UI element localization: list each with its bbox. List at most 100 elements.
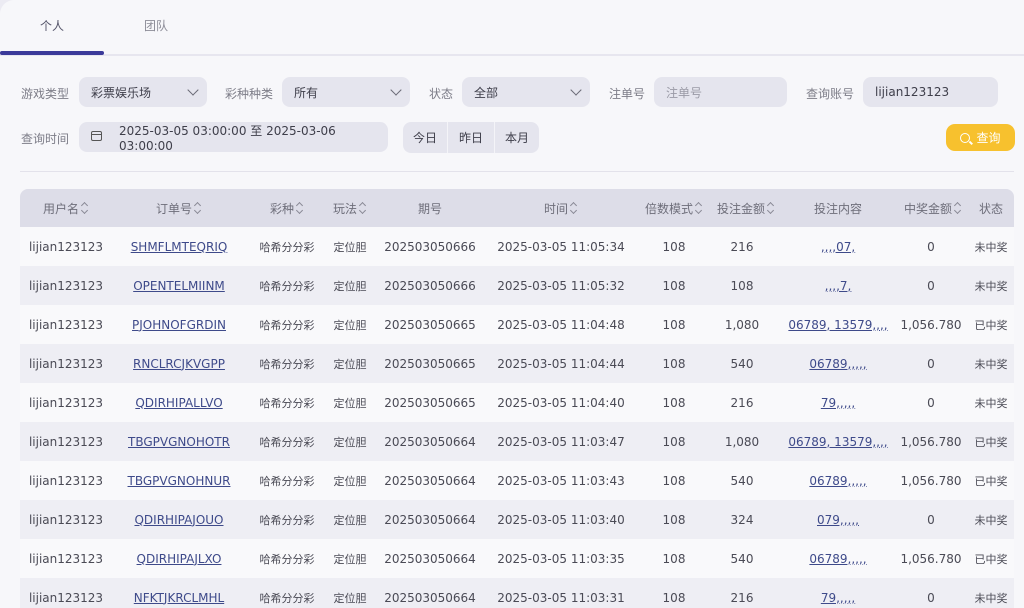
status-value: 全部 — [474, 85, 499, 100]
cell-order-link[interactable]: TBGPVGNOHNUR — [112, 461, 246, 500]
cell-content-link[interactable]: 06789, 13579,,,, — [778, 305, 898, 344]
cell-status: 已中奖 — [974, 318, 1008, 332]
cell-time: 2025-03-05 11:03:47 — [497, 434, 625, 449]
cell-win: 1,056.780 — [900, 434, 962, 449]
cell-win: 0 — [927, 590, 935, 605]
date-range-picker[interactable]: 2025-03-05 03:00:00 至 2025-03-06 03:00:0… — [79, 122, 388, 153]
tab-team[interactable]: 团队 — [144, 17, 168, 34]
cell-content-link[interactable]: 79,,,,, — [778, 578, 898, 608]
cell-play: 定位胆 — [333, 396, 367, 410]
cell-multiple: 108 — [662, 395, 686, 410]
cell-issue: 202503050665 — [384, 395, 476, 410]
col-amount-header[interactable]: 投注金额 — [714, 189, 778, 227]
cell-order-link[interactable]: NFKTJKRCLMHL — [112, 578, 246, 608]
cell-order-link[interactable]: QDIRHIPAJOUO — [112, 500, 246, 539]
cell-play: 定位胆 — [333, 240, 367, 254]
cell-content-link[interactable]: 06789,,,,, — [778, 461, 898, 500]
cell-content-link[interactable]: 79,,,,, — [778, 383, 898, 422]
cell-amount: 216 — [730, 239, 754, 254]
cell-issue: 202503050665 — [384, 317, 476, 332]
cell-amount: 540 — [730, 551, 754, 566]
col-order-header[interactable]: 订单号 — [112, 189, 246, 227]
cell-order-link[interactable]: RNCLRCJKVGPP — [112, 344, 246, 383]
cell-time: 2025-03-05 11:03:40 — [497, 512, 625, 527]
cell-status: 已中奖 — [974, 435, 1008, 449]
table-row: lijian123123 RNCLRCJKVGPP 哈希分分彩 定位胆 2025… — [20, 344, 1014, 383]
cell-time: 2025-03-05 11:04:44 — [497, 356, 625, 371]
cell-multiple: 108 — [662, 278, 686, 293]
order-no-label: 注单号 — [609, 87, 646, 101]
lottery-kind-select[interactable]: 所有 — [282, 77, 410, 107]
tab-personal[interactable]: 个人 — [40, 17, 64, 34]
divider — [20, 171, 1014, 172]
cell-content-link[interactable]: 06789,,,,, — [778, 539, 898, 578]
col-multiple-header[interactable]: 倍数模式 — [634, 189, 714, 227]
account-input[interactable]: lijian123123 — [863, 77, 998, 107]
cell-user: lijian123123 — [28, 551, 104, 566]
order-no-input[interactable]: 注单号 — [654, 77, 787, 107]
cell-status: 已中奖 — [974, 474, 1008, 488]
status-select[interactable]: 全部 — [462, 77, 590, 107]
search-button[interactable]: 查询 — [946, 124, 1015, 151]
table-row: lijian123123 PJOHNOFGRDIN 哈希分分彩 定位胆 2025… — [20, 305, 1014, 344]
chevron-down-icon — [390, 84, 402, 96]
cell-order-link[interactable]: SHMFLMTEQRIQ — [112, 227, 246, 266]
sort-icon — [767, 202, 775, 214]
cell-time: 2025-03-05 11:04:40 — [497, 395, 625, 410]
col-user-header[interactable]: 用户名 — [20, 189, 112, 227]
col-play-header[interactable]: 玩法 — [328, 189, 372, 227]
cell-user: lijian123123 — [28, 356, 104, 371]
cell-content-link[interactable]: ,,,,07, — [778, 227, 898, 266]
table-row: lijian123123 QDIRHIPALLVO 哈希分分彩 定位胆 2025… — [20, 383, 1014, 422]
cell-time: 2025-03-05 11:03:43 — [497, 473, 625, 488]
cell-issue: 202503050664 — [384, 434, 476, 449]
sort-icon — [81, 202, 89, 214]
cell-lottery: 哈希分分彩 — [259, 474, 315, 488]
this-month-button[interactable]: 本月 — [494, 122, 539, 153]
cell-amount: 540 — [730, 356, 754, 371]
table-row: lijian123123 NFKTJKRCLMHL 哈希分分彩 定位胆 2025… — [20, 578, 1014, 608]
cell-content-link[interactable]: ,,,,7, — [778, 266, 898, 305]
cell-play: 定位胆 — [333, 513, 367, 527]
cell-multiple: 108 — [662, 239, 686, 254]
cell-multiple: 108 — [662, 434, 686, 449]
cell-multiple: 108 — [662, 590, 686, 605]
cell-user: lijian123123 — [28, 239, 104, 254]
cell-issue: 202503050665 — [384, 356, 476, 371]
cell-order-link[interactable]: OPENTELMIINM — [112, 266, 246, 305]
table-row: lijian123123 QDIRHIPAJLXO 哈希分分彩 定位胆 2025… — [20, 539, 1014, 578]
game-type-select[interactable]: 彩票娱乐场 — [79, 77, 207, 107]
cell-content-link[interactable]: 06789,,,,, — [778, 344, 898, 383]
cell-status: 未中奖 — [974, 396, 1008, 410]
col-time-header[interactable]: 时间 — [488, 189, 634, 227]
sort-icon — [695, 202, 703, 214]
cell-amount: 1,080 — [724, 317, 760, 332]
cell-user: lijian123123 — [28, 278, 104, 293]
cell-order-link[interactable]: PJOHNOFGRDIN — [112, 305, 246, 344]
today-button[interactable]: 今日 — [403, 122, 447, 153]
cell-win: 0 — [927, 512, 935, 527]
quick-date-group: 今日 昨日 本月 — [403, 122, 539, 153]
cell-time: 2025-03-05 11:04:48 — [497, 317, 625, 332]
search-button-label: 查询 — [976, 131, 1001, 145]
cell-content-link[interactable]: 06789, 13579,,,, — [778, 422, 898, 461]
cell-order-link[interactable]: QDIRHIPALLVO — [112, 383, 246, 422]
cell-lottery: 哈希分分彩 — [259, 318, 315, 332]
col-lottery-header[interactable]: 彩种 — [246, 189, 328, 227]
cell-issue: 202503050664 — [384, 551, 476, 566]
cell-status: 未中奖 — [974, 513, 1008, 527]
table-row: lijian123123 TBGPVGNOHOTR 哈希分分彩 定位胆 2025… — [20, 422, 1014, 461]
cell-order-link[interactable]: TBGPVGNOHOTR — [112, 422, 246, 461]
lottery-kind-label: 彩种种类 — [225, 87, 274, 101]
yesterday-button[interactable]: 昨日 — [447, 122, 494, 153]
cell-play: 定位胆 — [333, 435, 367, 449]
cell-status: 未中奖 — [974, 357, 1008, 371]
cell-time: 2025-03-05 11:05:32 — [497, 278, 625, 293]
sort-icon — [570, 202, 578, 214]
cell-content-link[interactable]: 079,,,,, — [778, 500, 898, 539]
cell-multiple: 108 — [662, 356, 686, 371]
cell-order-link[interactable]: QDIRHIPAJLXO — [112, 539, 246, 578]
col-win-header[interactable]: 中奖金额 — [898, 189, 968, 227]
game-type-label: 游戏类型 — [21, 87, 70, 101]
date-range-value: 2025-03-05 03:00:00 至 2025-03-06 03:00:0… — [119, 123, 336, 153]
